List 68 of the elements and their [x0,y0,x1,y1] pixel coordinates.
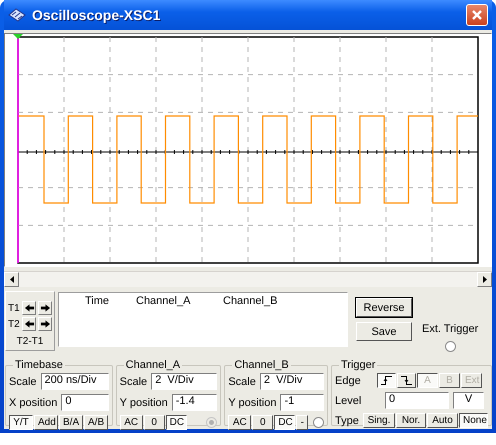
arrow-right-icon [40,319,50,329]
cursor-left-button[interactable] [22,301,36,315]
rising-edge-icon [381,376,392,385]
toggle-button[interactable]: Add [34,415,58,430]
edge-button[interactable] [377,373,396,388]
falling-edge-icon [401,376,412,385]
scale-field[interactable]: 200 ns/Div [40,373,109,390]
field-label: Y position [120,396,168,408]
scroll-left-button[interactable] [4,272,19,287]
column-header: Channel_A [136,295,192,309]
toggle-button[interactable]: AC [228,415,252,430]
field-label: X position [9,396,58,408]
toggle-button[interactable]: 0 [144,415,165,430]
panel-title: Channel_A [124,359,182,371]
toggle-button[interactable]: AC [120,415,143,430]
toggle-button[interactable]: Nor. [396,413,426,428]
toggle-button[interactable]: 0 [252,415,274,430]
cursor-label: T2-T1 [16,336,44,347]
panel-title: Timebase [14,359,64,371]
toggle-button[interactable]: DC [274,415,296,430]
toggle-button[interactable]: A/B [84,415,108,430]
field-label: Scale [120,376,148,388]
action-button[interactable]: Save [356,322,412,341]
scale-field[interactable]: 2 V/Div [151,373,218,390]
cursor-right-button[interactable] [38,317,52,331]
panel-title: Channel_B [233,359,290,371]
cursor-label: T2 [8,318,20,330]
panel-title: Trigger [340,359,376,371]
arrow-right-icon [40,303,50,313]
close-button[interactable] [466,4,488,26]
field-label: Scale [9,376,37,388]
column-header: Time [85,295,110,309]
arrow-left-icon [24,319,34,329]
right-triangle-icon [482,276,486,283]
column-header: Channel_B [223,295,278,309]
app-icon [8,8,26,22]
toggle-button[interactable]: - [296,415,308,430]
position-field[interactable]: 0 [61,394,109,411]
scale-field[interactable]: 2 V/Div [260,373,324,390]
toggle-button[interactable]: None [459,413,488,428]
field-label: Ext. Trigger [422,323,478,335]
field-label: Type [335,414,360,426]
ext-trigger-radio[interactable] [444,341,456,352]
toggle-button[interactable]: Sing. [363,413,395,428]
trigger-cursor[interactable] [13,34,23,263]
action-button[interactable]: Reverse [356,298,412,317]
channel-radio[interactable] [313,417,324,428]
horizontal-scrollbar[interactable] [4,271,492,287]
toggle-button[interactable]: Auto [427,413,458,428]
toggle-button[interactable]: DC [166,415,187,430]
arrow-left-icon [24,303,34,313]
unit-field[interactable]: V [453,392,484,409]
cursor-label: T1 [8,302,20,314]
cursor-left-button[interactable] [22,317,36,331]
field-label: Y position [228,396,276,408]
field-label: Level [335,394,362,406]
close-icon [471,9,483,21]
field-label: Scale [228,376,256,388]
cursor-right-button[interactable] [38,301,52,315]
window-title: Oscilloscope-XSC1 [32,7,162,23]
toggle-button[interactable]: Y/T [9,415,33,430]
field-label: Edge [335,374,362,386]
scroll-right-button[interactable] [477,272,492,287]
left-triangle-icon [10,276,14,283]
toggle-button[interactable]: B/A [59,415,83,430]
level-field[interactable]: 0 [385,392,449,409]
position-field[interactable]: -1 [280,394,324,411]
position-field[interactable]: -1.4 [172,394,218,411]
